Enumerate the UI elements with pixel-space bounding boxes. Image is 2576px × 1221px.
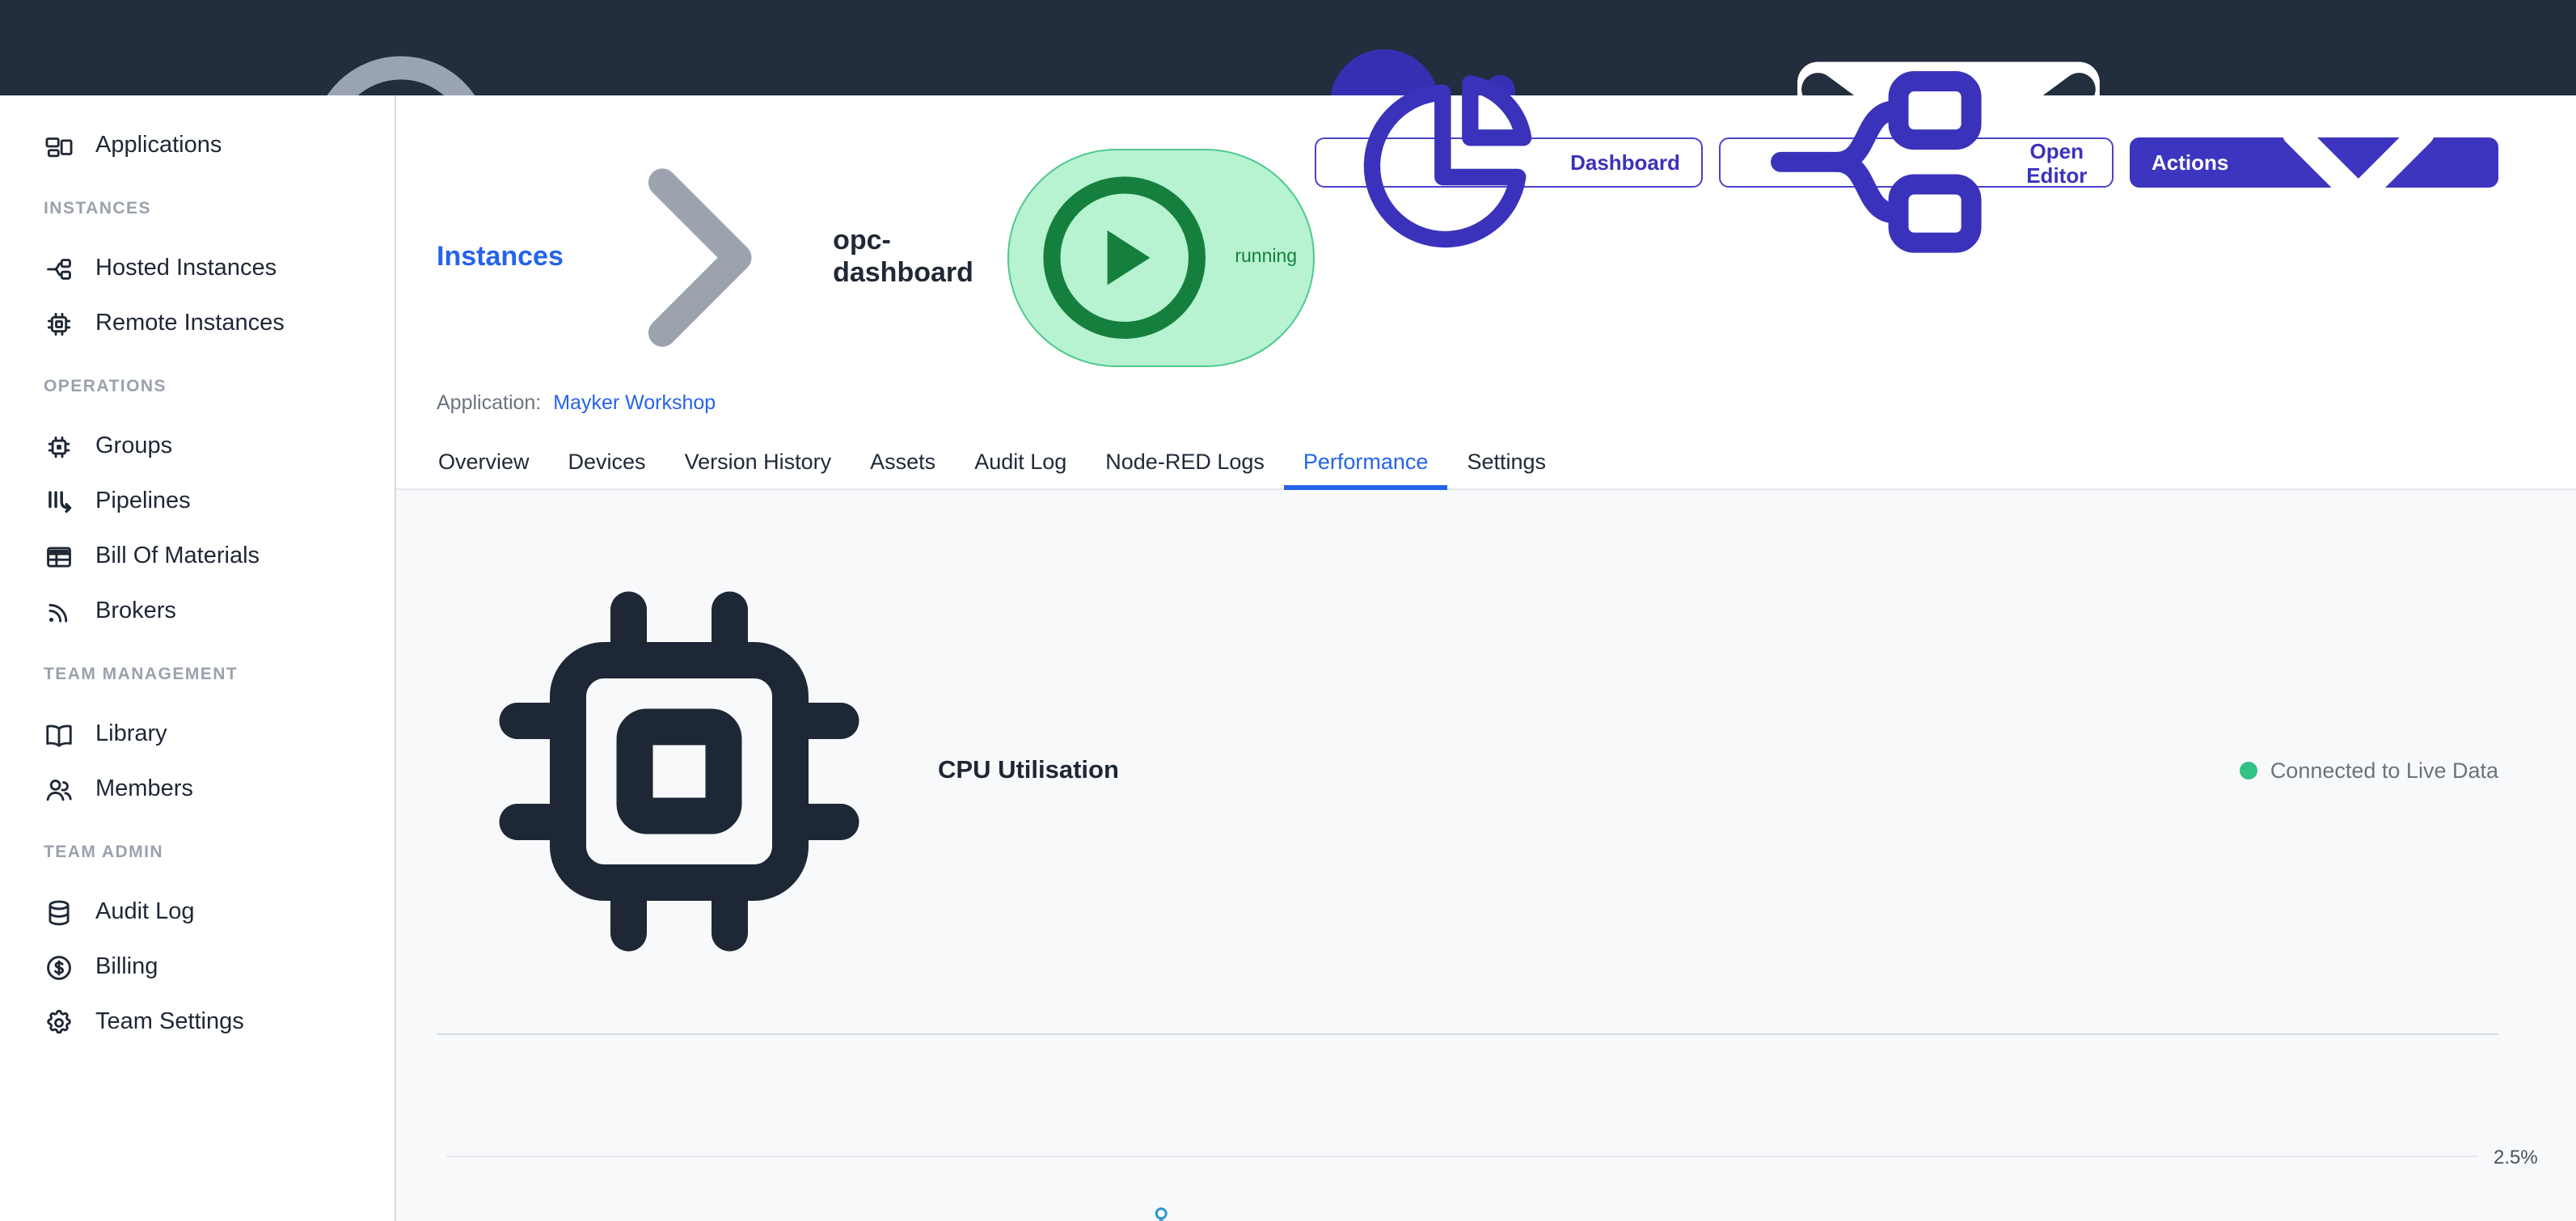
tab-node-red-logs[interactable]: Node-RED Logs — [1086, 436, 1284, 488]
sidebar-item-brokers[interactable]: Brokers — [0, 584, 395, 639]
sidebar-item-bill-of-materials[interactable]: Bill Of Materials — [0, 529, 395, 584]
book-open-icon — [44, 719, 74, 750]
actions-button-label: Actions — [2152, 150, 2228, 175]
sidebar-section-operations: OPERATIONS — [0, 377, 395, 396]
sidebar-item-members[interactable]: Members — [0, 762, 395, 817]
cpu-chip-icon — [44, 308, 74, 339]
application-label: Application: — [437, 391, 541, 413]
table-cells-icon — [44, 541, 74, 572]
sidebar-item-remote-instances[interactable]: Remote Instances — [0, 296, 395, 351]
editor-branch-icon — [1742, 28, 2011, 298]
sidebar-item-library[interactable]: Library — [0, 707, 395, 762]
branch-icon — [44, 253, 74, 284]
sidebar-section-team-admin: TEAM ADMIN — [0, 843, 395, 862]
sidebar-item-applications[interactable]: Applications — [0, 118, 395, 173]
y-axis-labels: 0%0.5%1%1.5%2%2.5% — [2494, 1146, 2538, 1221]
cpu-chip-icon — [437, 528, 922, 1013]
sidebar-item-groups[interactable]: Groups — [0, 419, 395, 474]
currency-dollar-icon — [44, 952, 74, 982]
open-editor-button-label: Open Editor — [2024, 138, 2091, 187]
status-badge-label: running — [1235, 248, 1297, 268]
cog-icon — [44, 1007, 74, 1037]
sidebar-item-label: Library — [95, 721, 167, 747]
app-root: FlowFuse TEAM: Development Invite Member… — [0, 0, 2576, 1221]
dashboard-button-label: Dashboard — [1570, 150, 1680, 175]
rectangle-group-icon — [44, 130, 74, 161]
tab-audit-log[interactable]: Audit Log — [955, 436, 1086, 488]
performance-panel: CPU Utilisation Connected to Live Data 0… — [396, 489, 2576, 1221]
breadcrumb-current: opc-dashboard — [833, 226, 973, 290]
breadcrumb: Instances opc-dashboard running — [437, 137, 1315, 378]
cpu-series-line — [456, 1213, 2471, 1221]
sidebar-item-label: Groups — [95, 433, 172, 459]
chevron-right-icon — [578, 137, 818, 378]
tab-settings[interactable]: Settings — [1447, 436, 1565, 488]
sidebar-item-label: Team Settings — [95, 1009, 244, 1035]
status-badge: running — [1007, 149, 1315, 366]
live-dot-icon — [2240, 762, 2257, 779]
sidebar-item-label: Pipelines — [95, 488, 191, 514]
sidebar-item-label: Members — [95, 776, 193, 802]
sidebar-item-hosted-instances[interactable]: Hosted Instances — [0, 241, 395, 296]
sidebar-item-label: Bill Of Materials — [95, 543, 260, 569]
tab-devices[interactable]: Devices — [549, 436, 665, 488]
sidebar-item-label: Applications — [95, 133, 222, 158]
svg-text:2.5%: 2.5% — [2494, 1146, 2538, 1168]
live-status: Connected to Live Data — [2240, 758, 2498, 783]
sidebar-item-audit-log[interactable]: Audit Log — [0, 885, 395, 940]
play-circle-icon — [1022, 155, 1227, 360]
panel-divider — [437, 1033, 2498, 1034]
sidebar-section-team-management: TEAM MANAGEMENT — [0, 665, 395, 684]
sidebar-item-team-settings[interactable]: Team Settings — [0, 995, 395, 1050]
pipelines-icon — [44, 486, 74, 517]
panel-title: CPU Utilisation — [938, 756, 1119, 785]
sidebar-item-billing[interactable]: Billing — [0, 940, 395, 995]
sidebar-section-instances: INSTANCES — [0, 199, 395, 218]
sidebar-item-pipelines[interactable]: Pipelines — [0, 474, 395, 529]
sidebar-item-label: Remote Instances — [95, 311, 285, 336]
main-content: Instances opc-dashboard running Applicat… — [396, 95, 2576, 1221]
sidebar: Applications INSTANCES Hosted Instances Rem… — [0, 95, 396, 1221]
actions-button[interactable]: Actions — [2129, 137, 2498, 188]
tab-performance[interactable]: Performance — [1284, 436, 1448, 488]
top-navbar: FlowFuse TEAM: Development Invite Member… — [0, 0, 2576, 95]
sidebar-item-label: Hosted Instances — [95, 256, 277, 281]
chevron-down-icon — [2241, 45, 2476, 280]
users-icon — [44, 774, 74, 805]
sidebar-item-label: Audit Log — [95, 899, 195, 925]
database-icon — [44, 897, 74, 927]
breadcrumb-instances-link[interactable]: Instances — [437, 242, 564, 274]
tab-bar: OverviewDevicesVersion HistoryAssetsAudi… — [396, 436, 2576, 489]
sidebar-item-label: Brokers — [95, 598, 176, 624]
tab-overview[interactable]: Overview — [419, 436, 549, 488]
tab-assets[interactable]: Assets — [851, 436, 955, 488]
open-editor-button[interactable]: Open Editor — [1719, 137, 2113, 188]
application-link[interactable]: Mayker Workshop — [553, 391, 716, 413]
live-status-label: Connected to Live Data — [2270, 758, 2498, 783]
cpu-utilisation-line-chart: 0%0.5%1%1.5%2%2.5%11:50:1111:51:0111:51:… — [437, 1057, 2571, 1221]
rss-icon — [44, 596, 74, 627]
sidebar-item-label: Billing — [95, 954, 158, 980]
pie-chart-icon — [1337, 53, 1557, 273]
tab-version-history[interactable]: Version History — [665, 436, 851, 488]
grid-lines — [446, 1156, 2477, 1221]
dashboard-button[interactable]: Dashboard — [1315, 137, 1703, 188]
chip-group-icon — [44, 431, 74, 462]
cpu-series-points — [451, 1208, 2476, 1221]
